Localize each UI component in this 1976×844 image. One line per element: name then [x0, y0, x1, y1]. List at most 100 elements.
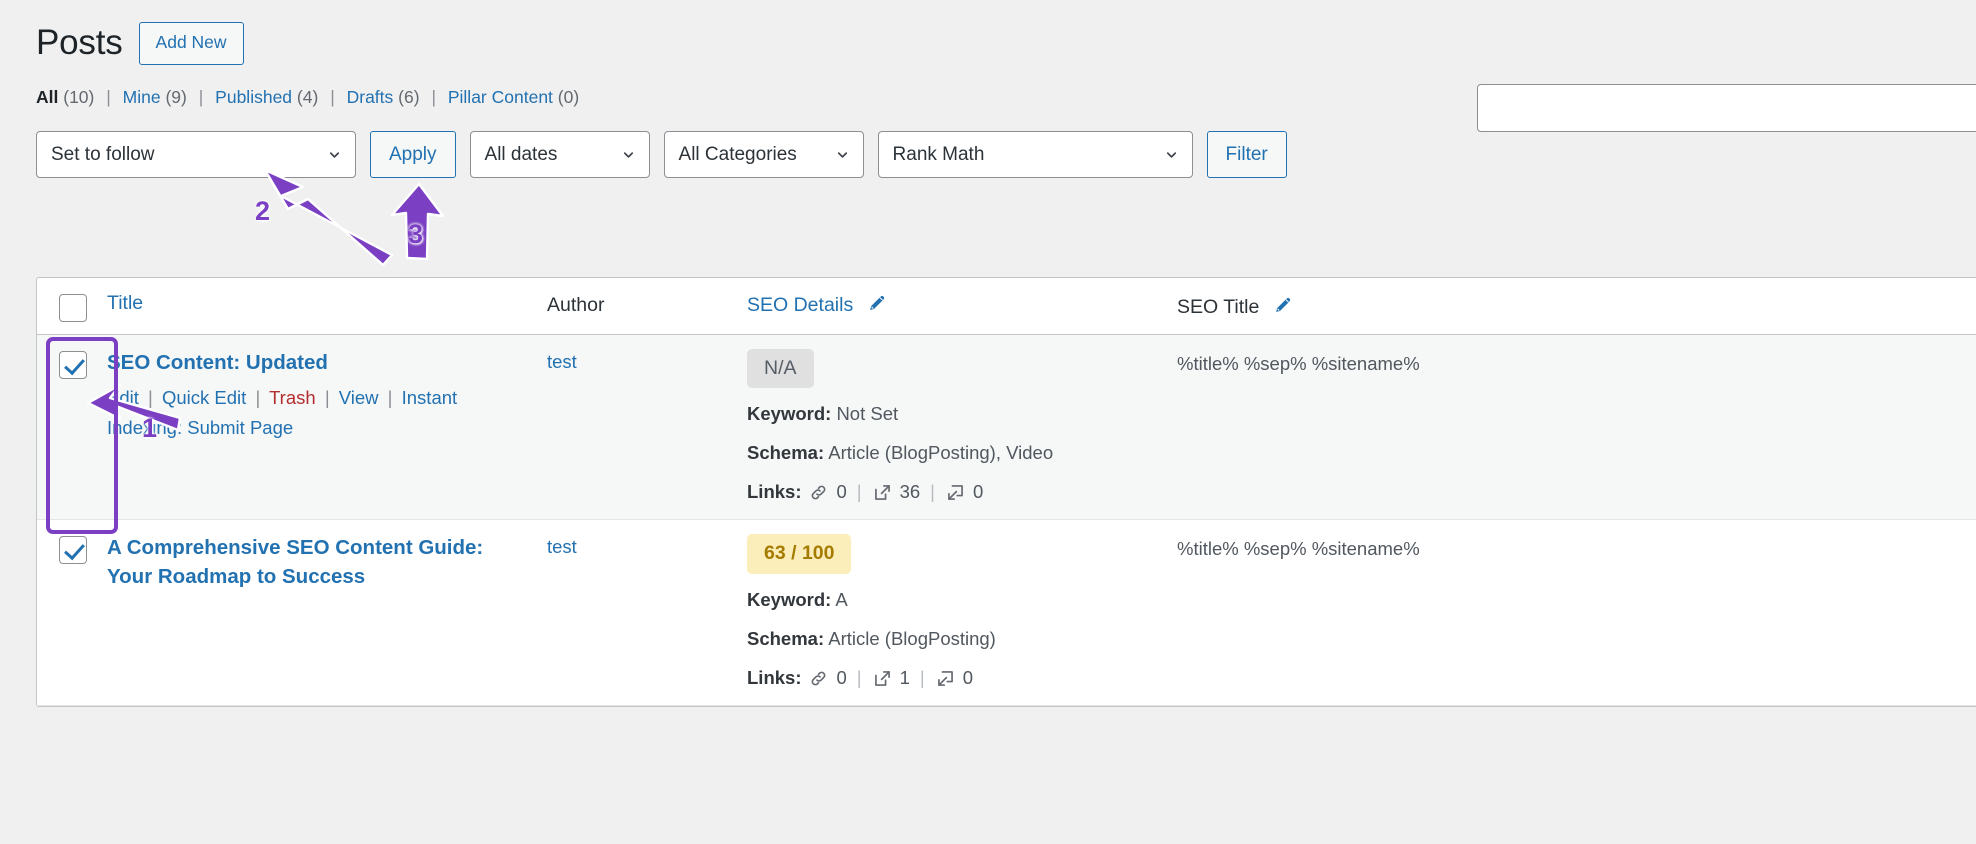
seo-score-badge: 63 / 100	[747, 534, 852, 574]
row-action-trash[interactable]: Trash	[269, 387, 316, 408]
edit-pencil-icon[interactable]	[1272, 294, 1294, 316]
status-link-drafts-count: (6)	[398, 86, 420, 107]
row-select-cell	[37, 520, 97, 705]
row-action-separator: |	[324, 387, 330, 409]
posts-table-container: Title Author SEO Details SEO Title SEO C…	[36, 277, 1976, 707]
row-action-view[interactable]: View	[339, 387, 379, 408]
column-header-title-label[interactable]: Title	[107, 292, 143, 314]
schema-label: Schema:	[747, 442, 825, 464]
links-meta: Links: 0 |	[747, 480, 1157, 505]
chevron-down-icon	[1166, 151, 1176, 158]
table-body: SEO Content: Updated Edit | Quick Edit |…	[37, 334, 1976, 706]
status-separator: |	[198, 86, 204, 107]
rank-math-filter-select[interactable]: Rank Math	[877, 131, 1193, 178]
status-link-pillar-content-label[interactable]: Pillar Content	[448, 87, 553, 107]
status-link-mine[interactable]: Mine (9)	[123, 87, 192, 107]
row-action-separator: |	[387, 387, 393, 409]
keyword-label: Keyword:	[747, 588, 832, 610]
external-link-icon	[874, 485, 890, 501]
links-internal-count: 0	[836, 481, 847, 503]
status-separator: |	[106, 86, 111, 107]
status-link-drafts[interactable]: Drafts (6)	[347, 87, 425, 107]
column-header-seo-title-label: SEO Title	[1177, 296, 1260, 318]
status-link-published-label[interactable]: Published	[215, 87, 292, 107]
bulk-action-select[interactable]: Set to follow	[36, 131, 356, 178]
row-action-quick-edit[interactable]: Quick Edit	[162, 387, 246, 408]
rank-math-filter-value: Rank Math	[892, 143, 985, 165]
date-filter-select[interactable]: All dates	[469, 131, 650, 178]
row-title-cell: A Comprehensive SEO Content Guide: Your …	[97, 520, 537, 705]
status-link-published[interactable]: Published (4)	[215, 87, 323, 107]
status-link-all[interactable]: All (10)	[36, 87, 99, 107]
status-link-pillar-content[interactable]: Pillar Content (0)	[448, 87, 579, 107]
chevron-down-icon	[329, 151, 340, 158]
row-title-cell: SEO Content: Updated Edit | Quick Edit |…	[97, 335, 537, 520]
annotation-number-3: 3	[408, 219, 424, 249]
category-filter-select[interactable]: All Categories	[663, 131, 864, 178]
posts-table: Title Author SEO Details SEO Title SEO C…	[37, 278, 1976, 706]
seo-title-value: %title% %sep% %sitename%	[1177, 538, 1420, 560]
row-actions: Edit | Quick Edit | Trash | View | Insta…	[107, 383, 527, 442]
search-box[interactable]	[1477, 84, 1976, 132]
seo-score-badge: N/A	[747, 349, 814, 389]
keyword-value: Not Set	[836, 403, 899, 425]
links-incoming-count: 0	[972, 481, 984, 503]
apply-button[interactable]: Apply	[370, 131, 456, 178]
link-chain-icon	[812, 671, 826, 686]
chevron-down-icon	[837, 151, 847, 158]
chevron-down-icon	[623, 151, 633, 158]
column-header-seo-details-label[interactable]: SEO Details	[747, 294, 853, 316]
links-incoming-count: 0	[962, 666, 973, 688]
column-header-seo-details[interactable]: SEO Details	[737, 278, 1167, 335]
search-input[interactable]	[1478, 85, 1976, 131]
bulk-action-value: Set to follow	[51, 143, 155, 165]
schema-label: Schema:	[747, 627, 825, 649]
row-seo-details-cell: 63 / 100 Keyword: A Schema: Article (Blo…	[737, 520, 1167, 705]
annotation-number-2: 2	[255, 196, 271, 226]
row-action-submit-page[interactable]: Submit Page	[187, 417, 293, 438]
keyword-meta: Keyword: Not Set	[747, 402, 1157, 427]
row-seo-title-cell: %title% %sep% %sitename%	[1167, 520, 1976, 705]
links-label: Links:	[747, 666, 802, 688]
row-action-edit[interactable]: Edit	[107, 387, 139, 408]
date-filter-value: All dates	[484, 143, 558, 165]
schema-value: Article (BlogPosting), Video	[828, 442, 1054, 464]
status-link-drafts-label[interactable]: Drafts	[347, 87, 394, 107]
incoming-link-icon	[948, 485, 963, 501]
links-meta: Links: 0 |	[747, 666, 1157, 691]
link-chain-icon	[812, 485, 826, 500]
add-new-button[interactable]: Add New	[138, 22, 244, 65]
row-select-cell	[37, 335, 97, 520]
schema-meta: Schema: Article (BlogPosting)	[747, 627, 1157, 652]
links-external-count: 1	[899, 666, 910, 688]
author-link[interactable]: test	[547, 536, 577, 557]
table-row: SEO Content: Updated Edit | Quick Edit |…	[37, 334, 1976, 520]
seo-title-value: %title% %sep% %sitename%	[1177, 353, 1420, 374]
filter-button[interactable]: Filter	[1206, 131, 1287, 178]
select-all-header	[37, 278, 97, 335]
author-link[interactable]: test	[547, 351, 577, 372]
page-header: Posts Add New	[0, 0, 1976, 65]
category-filter-value: All Categories	[678, 143, 797, 165]
row-checkbox[interactable]	[59, 536, 87, 565]
links-separator: |	[930, 481, 935, 503]
table-head: Title Author SEO Details SEO Title	[37, 278, 1976, 335]
links-external-count: 36	[899, 481, 921, 503]
column-header-title[interactable]: Title	[97, 278, 537, 335]
status-link-published-count: (4)	[296, 86, 319, 107]
annotation-arrow-3	[390, 182, 445, 261]
status-link-mine-count: (9)	[165, 86, 187, 107]
status-link-all-label: All	[36, 86, 59, 107]
column-header-author-label: Author	[547, 294, 605, 316]
edit-pencil-icon[interactable]	[866, 292, 888, 314]
incoming-link-icon	[937, 670, 953, 686]
select-all-checkbox[interactable]	[59, 294, 87, 322]
post-title-link[interactable]: SEO Content: Updated	[107, 349, 527, 377]
column-header-seo-title: SEO Title	[1167, 278, 1976, 335]
post-title-link[interactable]: A Comprehensive SEO Content Guide: Your …	[107, 534, 527, 591]
status-link-mine-label[interactable]: Mine	[123, 87, 161, 107]
schema-meta: Schema: Article (BlogPosting), Video	[747, 441, 1157, 466]
row-checkbox[interactable]	[59, 351, 87, 379]
table-row: A Comprehensive SEO Content Guide: Your …	[37, 520, 1976, 706]
status-link-pillar-content-count: (0)	[557, 86, 580, 107]
